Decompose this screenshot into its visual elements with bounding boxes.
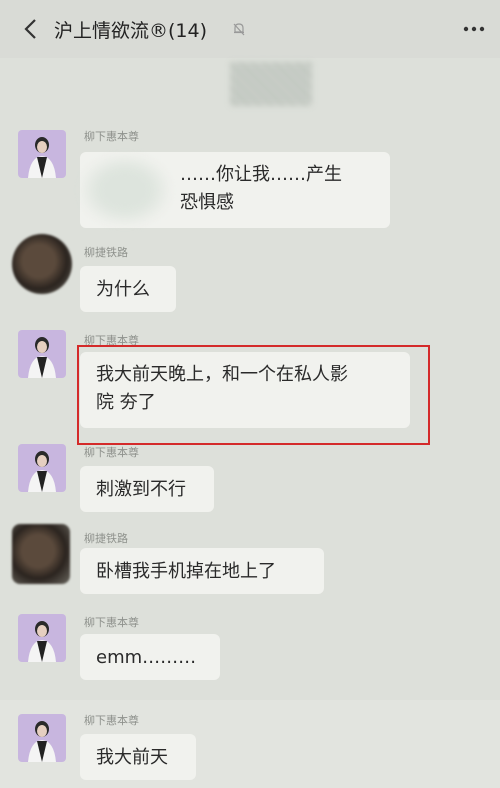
message-text-line: ……你让我……产生 [180,164,342,185]
avatar[interactable] [18,444,66,492]
sender-name: 柳下惠本尊 [84,446,139,459]
lower-area [0,700,500,788]
message-bubble[interactable]: emm……… [80,634,220,680]
highlight-box [77,345,430,445]
pixelated-area [230,62,312,106]
message-bubble[interactable]: 我大前天 [80,734,196,780]
message-bubble[interactable]: 为什么 [80,266,176,312]
person-avatar-icon [28,721,56,762]
group-title: 沪上情欲流®(14) [54,20,208,42]
person-avatar-icon [28,137,56,178]
message-bubble[interactable]: 卧槽我手机掉在地上了 [80,548,324,594]
blurred-smudge [80,155,170,225]
avatar[interactable] [18,330,66,378]
sender-name: 柳下惠本尊 [84,714,139,727]
person-avatar-icon [28,337,56,378]
avatar[interactable] [12,524,70,584]
chat-header: 沪上情欲流®(14) [0,0,500,58]
message-bubble[interactable]: 刺激到不行 [80,466,214,512]
more-options-icon[interactable] [462,20,486,38]
avatar[interactable] [18,714,66,762]
person-avatar-icon [28,621,56,662]
message-text-line: 恐惧感 [180,192,234,213]
avatar[interactable] [18,614,66,662]
avatar[interactable] [12,234,72,294]
back-arrow-icon[interactable] [20,17,42,41]
sender-name: 柳捷铁路 [84,246,128,259]
avatar[interactable] [18,130,66,178]
mute-bell-icon [233,23,245,36]
sender-name: 柳下惠本尊 [84,130,139,143]
sender-name: 柳捷铁路 [84,532,128,545]
sender-name: 柳下惠本尊 [84,616,139,629]
person-avatar-icon [28,451,56,492]
